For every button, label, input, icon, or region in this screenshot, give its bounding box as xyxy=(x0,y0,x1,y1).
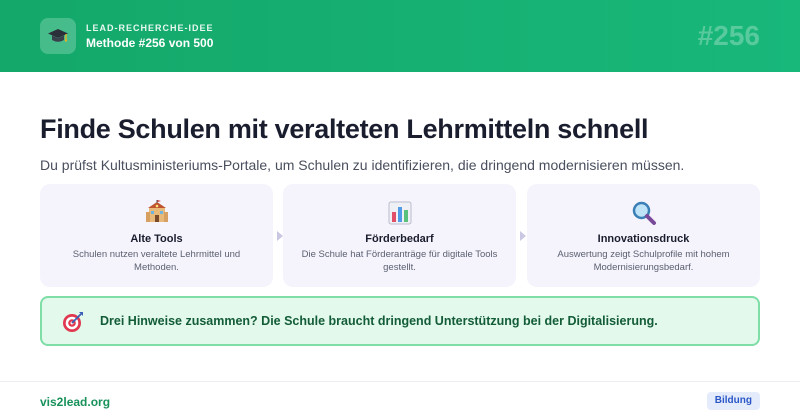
card-description: Schulen nutzen veraltete Lehrmittel und … xyxy=(72,249,241,273)
card-title: Innovationsdruck xyxy=(597,233,690,245)
card-title: Förderbedarf xyxy=(365,233,434,245)
target-icon xyxy=(63,312,83,332)
footer-divider xyxy=(0,381,800,382)
logo xyxy=(40,18,76,54)
method-number-watermark: #256 xyxy=(697,20,760,51)
page-subtitle: Du prüfst Kultusministeriums-Portale, um… xyxy=(40,157,685,173)
hint-cards: Alte Tools Schulen nutzen veraltete Lehr… xyxy=(40,184,760,287)
card-alte-tools: Alte Tools Schulen nutzen veraltete Lehr… xyxy=(40,184,273,287)
card-description: Auswertung zeigt Schulprofile mit hohem … xyxy=(557,249,730,273)
method-counter: Methode #256 von 500 xyxy=(86,36,214,50)
page-title: Finde Schulen mit veralteten Lehrmitteln… xyxy=(40,114,649,144)
eyebrow-label: LEAD-RECHERCHE-IDEE xyxy=(86,23,214,33)
card-title: Alte Tools xyxy=(130,233,183,245)
conclusion-callout: Drei Hinweise zusammen? Die Schule brauc… xyxy=(40,296,760,346)
site-link[interactable]: vis2lead.org xyxy=(40,395,110,409)
graduation-cap-icon xyxy=(48,29,68,42)
chevron-right-icon xyxy=(520,231,526,241)
card-innovationsdruck: Innovationsdruck Auswertung zeigt Schulp… xyxy=(527,184,760,287)
magnifier-icon xyxy=(632,201,656,225)
category-badge: Bildung xyxy=(706,392,760,410)
card-foerderbedarf: Förderbedarf Die Schule hat Förderanträg… xyxy=(283,184,516,287)
callout-text: Drei Hinweise zusammen? Die Schule brauc… xyxy=(100,314,658,328)
school-building-icon xyxy=(145,200,168,222)
bar-chart-icon xyxy=(388,201,411,225)
card-description: Die Schule hat Förderanträge für digital… xyxy=(301,249,498,273)
header-banner: LEAD-RECHERCHE-IDEE Methode #256 von 500… xyxy=(0,0,800,72)
